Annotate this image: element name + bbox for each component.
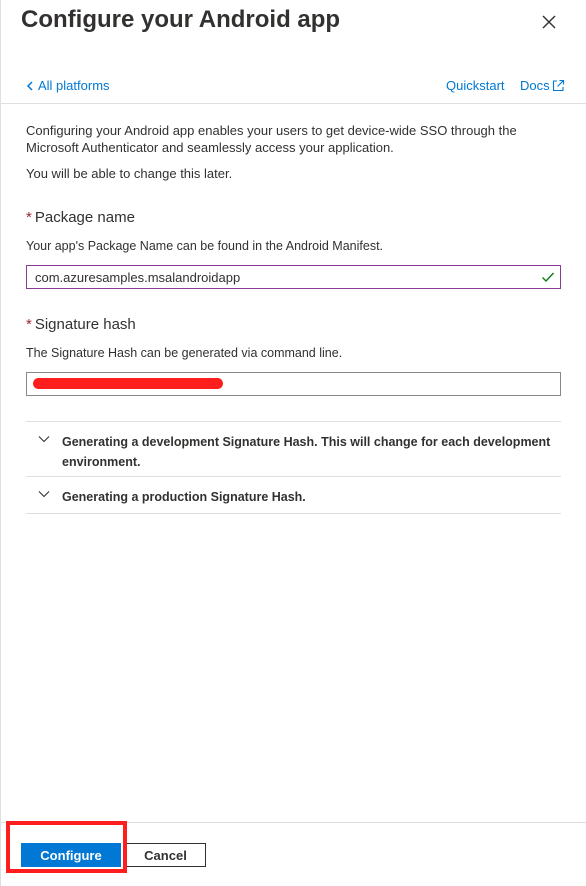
accordion-production-hash: Generating a production Signature Hash. (26, 476, 561, 514)
docs-link[interactable]: Docs (520, 78, 565, 93)
accordion-header[interactable]: Generating a development Signature Hash.… (26, 422, 561, 472)
close-button[interactable] (539, 12, 559, 32)
signature-hash-label: * Signature hash (26, 316, 136, 333)
configure-button[interactable]: Configure (21, 843, 121, 867)
package-name-help: Your app's Package Name can be found in … (26, 239, 384, 253)
configure-android-panel: Configure your Android app All platforms… (0, 0, 586, 886)
all-platforms-link[interactable]: All platforms (26, 78, 110, 93)
accordion-title: Generating a development Signature Hash.… (62, 435, 551, 469)
signature-hash-label-text: Signature hash (34, 316, 136, 333)
package-name-label: * Package name (26, 209, 135, 226)
external-link-icon (552, 79, 564, 92)
intro-text: Configuring your Android app enables you… (26, 123, 517, 155)
chevron-down-icon (38, 436, 50, 443)
chevron-left-icon (26, 80, 33, 91)
close-icon (542, 15, 556, 29)
panel-title: Configure your Android app (21, 6, 341, 33)
quickstart-link[interactable]: Quickstart (446, 78, 505, 93)
panel-footer: Configure Cancel (1, 822, 586, 886)
accordion-header[interactable]: Generating a production Signature Hash. (26, 477, 561, 507)
package-name-input[interactable] (26, 265, 561, 289)
redaction-mark (33, 378, 223, 389)
all-platforms-label: All platforms (38, 78, 110, 93)
signature-hash-help: The Signature Hash can be generated via … (26, 346, 343, 360)
docs-label: Docs (520, 78, 550, 93)
accordion-development-hash: Generating a development Signature Hash.… (26, 421, 561, 477)
nav-row: All platforms Quickstart Docs (1, 72, 586, 104)
required-mark: * (26, 316, 32, 333)
cancel-button[interactable]: Cancel (125, 843, 206, 867)
chevron-down-icon (38, 491, 50, 498)
accordion-title: Generating a production Signature Hash. (62, 490, 306, 504)
change-later-note: You will be able to change this later. (26, 166, 233, 181)
checkmark-icon (542, 272, 555, 283)
package-name-label-text: Package name (34, 209, 135, 226)
required-mark: * (26, 209, 32, 226)
